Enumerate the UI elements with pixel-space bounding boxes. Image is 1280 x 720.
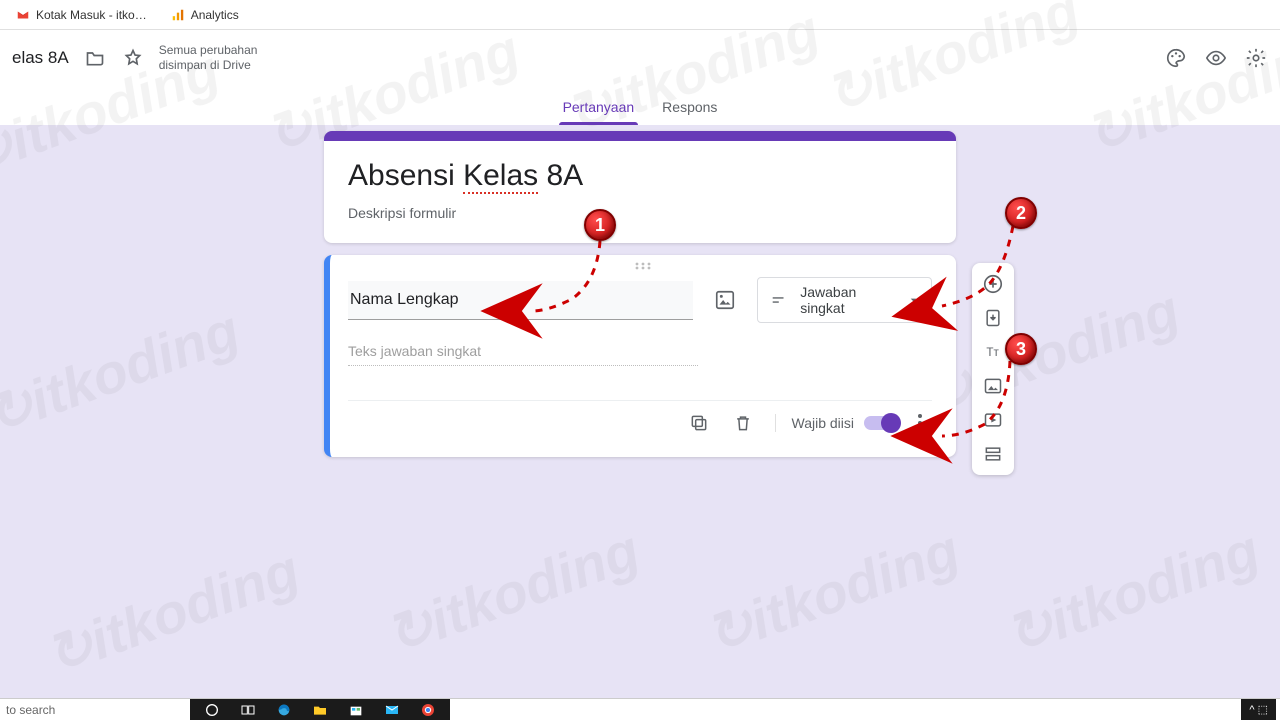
windows-taskbar: to search ^ ⬚ (0, 698, 1280, 720)
question-type-label: Jawaban singkat (800, 284, 894, 316)
taskbar-search[interactable]: to search (0, 703, 55, 717)
explorer-icon[interactable] (302, 699, 338, 720)
browser-tab-label: Kotak Masuk - itko… (36, 8, 147, 22)
delete-icon[interactable] (731, 411, 755, 435)
add-video-button[interactable] (978, 407, 1008, 433)
answer-placeholder: Teks jawaban singkat (348, 343, 698, 366)
question-type-select[interactable]: Jawaban singkat (757, 277, 932, 323)
add-section-button[interactable] (978, 441, 1008, 467)
floating-toolbar: Tт (972, 263, 1014, 475)
add-image-icon[interactable] (711, 286, 739, 314)
drag-handle-icon[interactable] (330, 255, 956, 277)
app-header: elas 8A Semua perubahan disimpan di Driv… (0, 30, 1280, 85)
form-tabs: Pertanyaan Respons (0, 85, 1280, 125)
browser-tab-gmail[interactable]: Kotak Masuk - itko… (6, 4, 157, 26)
add-title-button[interactable]: Tт (978, 339, 1008, 365)
svg-text:Tт: Tт (986, 346, 999, 359)
duplicate-icon[interactable] (687, 411, 711, 435)
question-footer: Wajib diisi (348, 400, 932, 447)
add-question-button[interactable] (978, 271, 1008, 297)
editor-canvas: Absensi Kelas 8A Deskripsi formulir (0, 131, 1280, 704)
chevron-down-icon (908, 294, 919, 306)
palette-icon[interactable] (1164, 46, 1188, 70)
required-label: Wajib diisi (792, 415, 855, 431)
tab-responses[interactable]: Respons (648, 99, 731, 125)
form-description[interactable]: Deskripsi formulir (348, 205, 932, 221)
save-status: Semua perubahan disimpan di Drive (159, 43, 258, 73)
gmail-icon (16, 8, 30, 22)
browser-tab-analytics[interactable]: Analytics (161, 4, 249, 26)
taskbar-apps (190, 699, 450, 720)
browser-tabstrip: Kotak Masuk - itko… Analytics (0, 0, 1280, 30)
taskview-icon[interactable] (230, 699, 266, 720)
import-questions-button[interactable] (978, 305, 1008, 331)
chrome-icon[interactable] (410, 699, 446, 720)
store-icon[interactable] (338, 699, 374, 720)
browser-tab-label: Analytics (191, 8, 239, 22)
mail-icon[interactable] (374, 699, 410, 720)
analytics-icon (171, 8, 185, 22)
cortana-icon[interactable] (194, 699, 230, 720)
edge-icon[interactable] (266, 699, 302, 720)
tab-questions[interactable]: Pertanyaan (549, 99, 649, 125)
required-toggle[interactable] (864, 416, 898, 430)
preview-icon[interactable] (1204, 46, 1228, 70)
question-card[interactable]: Jawaban singkat Teks jawaban singkat Waj… (324, 255, 956, 457)
folder-icon[interactable] (83, 46, 107, 70)
taskbar-tray[interactable]: ^ ⬚ (1241, 699, 1276, 720)
form-title[interactable]: Absensi Kelas 8A (348, 159, 932, 193)
add-image-button[interactable] (978, 373, 1008, 399)
short-answer-icon (770, 291, 786, 309)
annotation-badge-3: 3 (1005, 333, 1037, 365)
question-title-input[interactable] (348, 281, 693, 320)
annotation-badge-2: 2 (1005, 197, 1037, 229)
star-icon[interactable] (121, 46, 145, 70)
document-title[interactable]: elas 8A (12, 48, 69, 68)
form-header-card[interactable]: Absensi Kelas 8A Deskripsi formulir (324, 131, 956, 243)
annotation-badge-1: 1 (584, 209, 616, 241)
settings-icon[interactable] (1244, 46, 1268, 70)
more-options-icon[interactable] (908, 414, 932, 432)
